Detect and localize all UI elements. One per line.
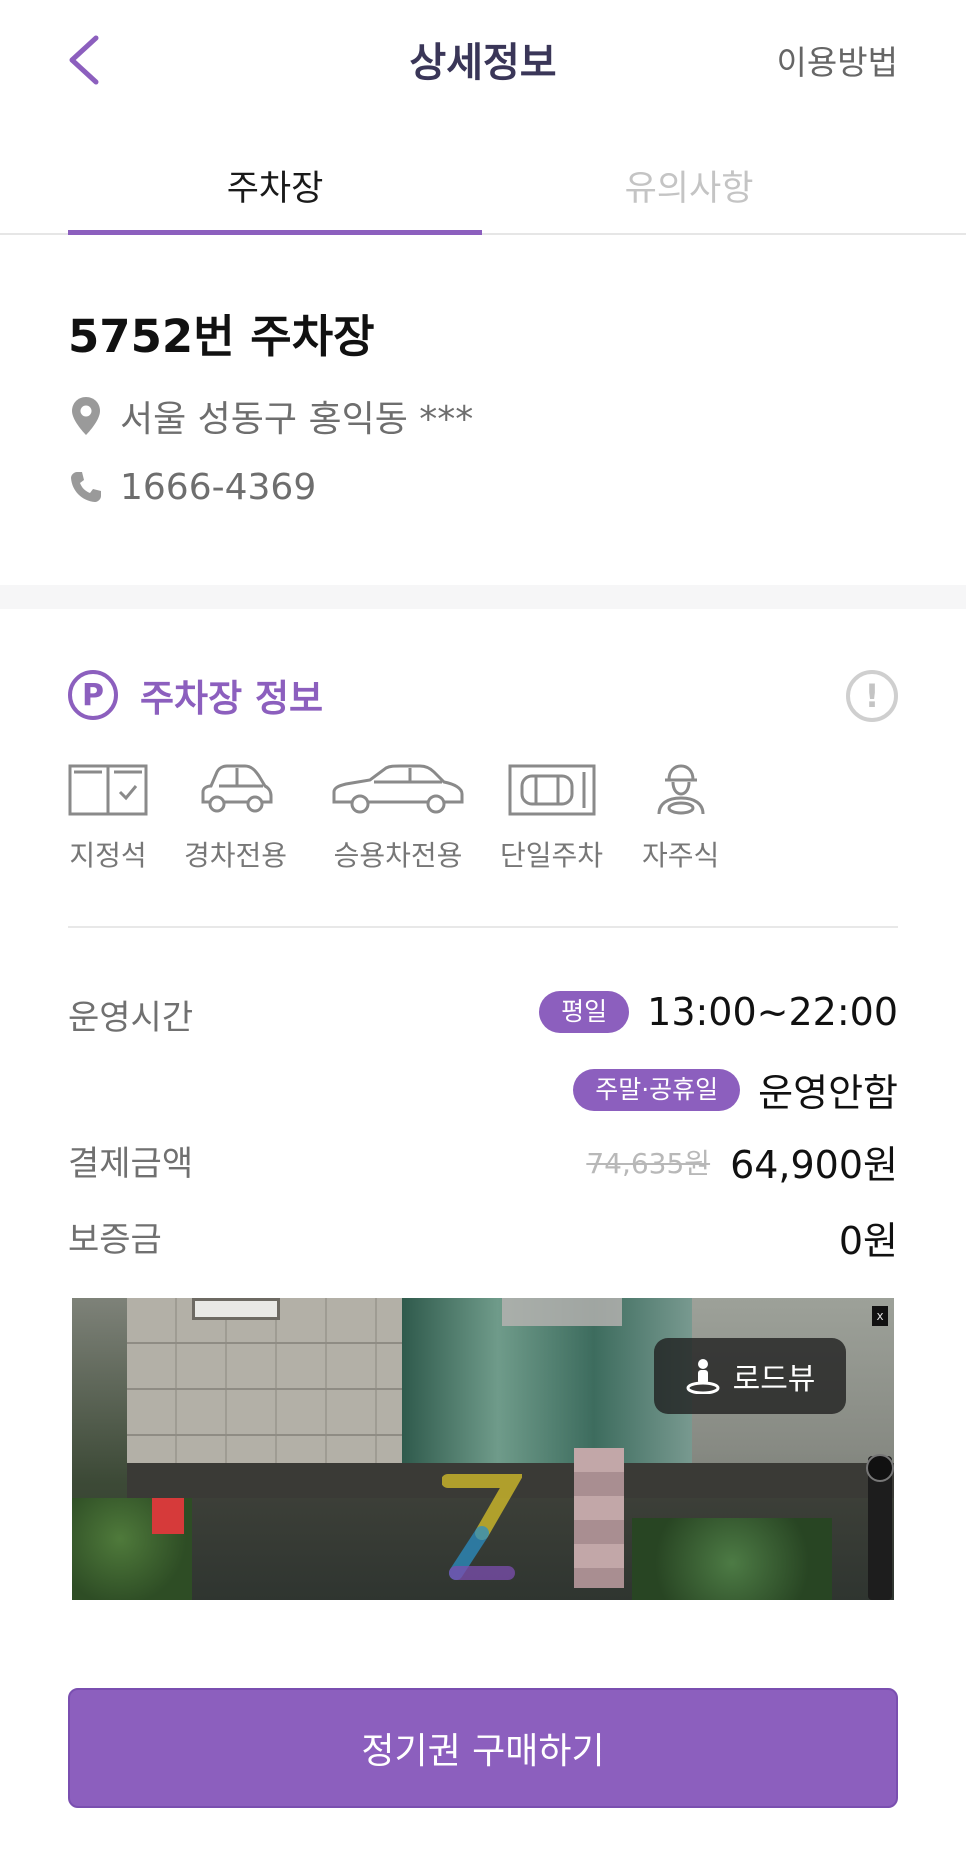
section-divider [68, 926, 898, 928]
roadview-button-label: 로드뷰 [732, 1362, 816, 1397]
active-tab-indicator [68, 230, 482, 235]
feature-label: 승용차전용 [333, 839, 463, 872]
payment-value: 74,635원 64,900원 [586, 1134, 898, 1189]
single-parking-icon [508, 760, 596, 816]
parking-info-heading: P 주차장 정보 [68, 668, 323, 722]
phone-row[interactable]: 1666-4369 [68, 466, 316, 508]
roadview-button[interactable]: 로드뷰 [654, 1338, 846, 1414]
location-pin-icon [68, 395, 104, 437]
person-pin-icon [685, 1358, 721, 1394]
parking-p-icon: P [68, 670, 118, 720]
weekend-hours: 주말·공휴일 운영안함 [573, 1062, 898, 1117]
roadview-image[interactable]: 로드뷰 x [72, 1298, 894, 1600]
feature-label: 지정석 [69, 839, 147, 872]
self-driver-icon [653, 760, 709, 816]
buy-pass-button[interactable]: 정기권 구매하기 [68, 1688, 898, 1808]
map-watermark-logo [442, 1474, 522, 1580]
tab-bar: 주차장 유의사항 [0, 145, 966, 235]
feature-self-driving: 자주식 [642, 760, 719, 874]
phone-icon [68, 466, 104, 508]
roadview-window [192, 1298, 280, 1320]
feature-label: 경차전용 [184, 839, 288, 872]
feature-single-parking: 단일주차 [500, 760, 603, 874]
feature-label: 자주식 [642, 839, 720, 872]
weekend-hours-value: 운영안함 [758, 1071, 898, 1115]
roadview-plant [632, 1518, 832, 1600]
feature-compact-car: 경차전용 [184, 760, 287, 874]
deposit-value: 0원 [838, 1219, 898, 1263]
roadview-blurred-top [502, 1298, 622, 1326]
parking-lot-name: 5752번 주차장 [68, 310, 375, 363]
tab-parking-lot[interactable]: 주차장 [68, 160, 482, 211]
feature-sedan: 승용차전용 [330, 760, 466, 874]
roadview-red-sign [152, 1498, 184, 1534]
discounted-price: 64,900원 [730, 1143, 898, 1187]
weekday-hours-value: 13:00~22:00 [647, 990, 898, 1034]
original-price: 74,635원 [586, 1146, 711, 1180]
top-bar: 상세정보 이용방법 [0, 0, 966, 120]
reserved-seat-icon [68, 760, 148, 816]
compact-car-icon [197, 760, 275, 816]
compass-icon[interactable] [866, 1454, 894, 1482]
feature-list: 지정석 경차전용 승용차전용 단일주차 자주식 [68, 760, 898, 880]
weekday-hours: 평일 13:00~22:00 [539, 990, 898, 1034]
phone-text: 1666-4369 [120, 466, 317, 508]
weekday-badge: 평일 [539, 991, 630, 1033]
sedan-icon [330, 760, 466, 816]
feature-label: 단일주차 [500, 839, 604, 872]
address-row: 서울 성동구 홍익동 *** [68, 390, 473, 442]
info-alert-icon[interactable]: ! [846, 670, 898, 722]
weekend-badge: 주말·공휴일 [573, 1068, 741, 1111]
parking-info-title: 주차장 정보 [140, 677, 324, 720]
roadview-blurred-sign [574, 1448, 624, 1588]
roadview-close-button[interactable]: x [872, 1306, 888, 1326]
usage-guide-link[interactable]: 이용방법 [777, 36, 898, 84]
deposit-label: 보증금 [68, 1220, 162, 1260]
feature-reserved: 지정석 [68, 760, 148, 874]
payment-label: 결제금액 [68, 1144, 194, 1184]
address-text: 서울 성동구 홍익동 *** [120, 399, 474, 440]
section-separator [0, 585, 966, 609]
hours-label: 운영시간 [68, 998, 194, 1038]
tab-notices[interactable]: 유의사항 [482, 160, 896, 211]
